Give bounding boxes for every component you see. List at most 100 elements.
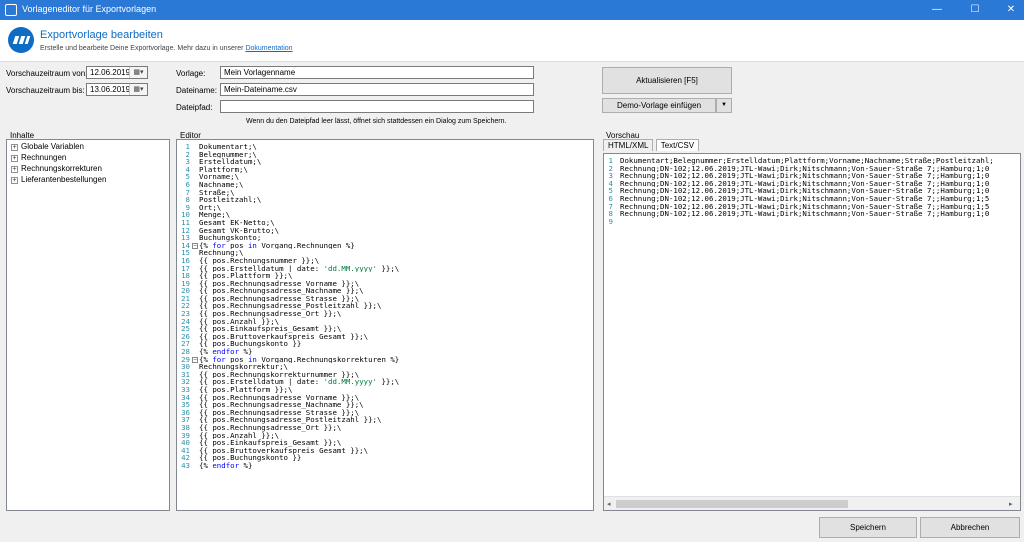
line-number: 3	[608, 172, 613, 180]
close-button[interactable]: ✕	[994, 0, 1024, 20]
line-number: 36	[181, 408, 190, 417]
code-text: {{ pos.Rechnungsadresse_Ort }};\	[199, 423, 342, 432]
code-line: 9 Ort;\	[177, 204, 593, 212]
tab-text-csv[interactable]: Text/CSV	[655, 139, 700, 151]
line-number: 7	[185, 188, 190, 197]
fold-toggle-icon[interactable]: −	[192, 356, 198, 363]
code-line: 8 Rechnung;DN-102;12.06.2019;JTL-Wawi;Dir…	[604, 210, 1020, 218]
code-text: Gesamt EK-Netto;\	[199, 218, 275, 227]
code-line: 12 Gesamt VK-Brutto;\	[177, 227, 593, 235]
filename-label: Dateiname:	[176, 86, 217, 95]
tree-item-global-variables[interactable]: + Globale Variablen	[11, 142, 84, 151]
line-number: 40	[181, 439, 190, 447]
line-number: 16	[181, 256, 190, 265]
demo-template-button[interactable]: Demo-Vorlage einfügen	[602, 98, 716, 113]
line-number: 9	[185, 203, 190, 212]
line-number: 30	[181, 363, 190, 371]
code-text: {%	[199, 348, 213, 356]
minimize-button[interactable]: —	[920, 0, 954, 20]
line-text: {{ pos.Rechnungsadresse_Ort }};\	[199, 424, 341, 432]
line-number: 2	[608, 164, 613, 173]
code-text: Belegnummer;\	[199, 150, 257, 159]
cancel-button[interactable]: Abbrechen	[920, 517, 1020, 538]
line-text: Rechnung;DN-102;12.06.2019;JTL-Wawi;Dirk…	[620, 203, 989, 211]
code-line: 29− {% for pos in Vorgang.Rechnungskorrek…	[177, 356, 593, 364]
line-text: Nachname;\	[199, 181, 244, 189]
tab-html-xml[interactable]: HTML/XML	[603, 139, 654, 151]
line-number: 4	[185, 165, 190, 174]
expand-icon[interactable]: +	[11, 166, 18, 173]
scroll-left-icon[interactable]: ◂	[607, 500, 611, 508]
scroll-right-icon[interactable]: ▸	[1009, 500, 1013, 508]
code-line: 13 Buchungskonto;	[177, 234, 593, 242]
code-line: 42 {{ pos.Buchungskonto }}	[177, 454, 593, 462]
preview-horizontal-scrollbar[interactable]: ◂ ▸	[604, 496, 1020, 510]
contents-tree[interactable]: + Globale Variablen + Rechnungen + Rechnung…	[6, 139, 170, 511]
code-text: Menge;\	[199, 211, 231, 219]
line-text: Belegnummer;\	[199, 151, 257, 159]
line-text: {{ pos.Bruttoverkaufspreis_Gesamt }};\	[199, 333, 368, 341]
line-text: Rechnung;DN-102;12.06.2019;JTL-Wawi;Dirk…	[620, 195, 989, 203]
code-text: {{ pos.Einkaufspreis_Gesamt }};\	[199, 439, 342, 447]
line-text: Buchungskonto;	[199, 234, 261, 242]
date-from-picker[interactable]: 12.06.2019 ▦▾	[86, 66, 148, 79]
code-text: {{ pos.Rechnungsnummer }};\	[199, 256, 320, 265]
refresh-button[interactable]: Aktualisieren [F5]	[602, 67, 732, 94]
code-line: 25 {{ pos.Einkaufspreis_Gesamt }};\	[177, 325, 593, 333]
calendar-icon[interactable]: ▦▾	[129, 67, 147, 78]
fold-toggle-icon[interactable]: −	[192, 242, 198, 249]
code-text: pos	[225, 355, 248, 364]
code-text: Vorname;\	[199, 173, 240, 181]
line-number: 1	[185, 143, 190, 151]
line-text: {{ pos.Plattform }};\	[199, 386, 292, 394]
line-text: {{ pos.Rechnungsadresse_Strasse }};\	[199, 409, 359, 417]
documentation-link[interactable]: Dokumentation	[245, 45, 292, 52]
tree-item-invoices[interactable]: + Rechnungen	[11, 153, 66, 162]
template-name-input[interactable]: Mein Vorlagenname	[220, 66, 534, 79]
scrollbar-thumb[interactable]	[616, 500, 848, 508]
line-number: 42	[181, 454, 190, 462]
expand-icon[interactable]: +	[11, 155, 18, 162]
code-text: {{ pos.Erstelldatum | date:	[199, 378, 324, 386]
expand-icon[interactable]: +	[11, 144, 18, 151]
line-text: Menge;\	[199, 211, 230, 219]
calendar-icon[interactable]: ▦▾	[129, 84, 147, 95]
code-line: 21 {{ pos.Rechnungsadresse_Strasse }};\	[177, 295, 593, 303]
code-text: {{ pos.Rechnungsadresse_Strasse }};\	[199, 408, 360, 417]
code-line: 8 Postleitzahl;\	[177, 196, 593, 204]
line-text: {{ pos.Einkaufspreis_Gesamt }};\	[199, 325, 341, 333]
demo-template-dropdown[interactable]: ▼	[716, 98, 732, 113]
filename-input[interactable]: Mein-Dateiname.csv	[220, 83, 534, 96]
code-line: 23 {{ pos.Rechnungsadresse_Ort }};\	[177, 310, 593, 318]
code-line: 26 {{ pos.Bruttoverkaufspreis_Gesamt }};\	[177, 333, 593, 341]
code-line: 43 {% endfor %}	[177, 462, 593, 470]
line-text: {{ pos.Anzahl }};\	[199, 432, 279, 440]
line-text: Rechnung;\	[199, 249, 244, 257]
line-text: {{ pos.Rechnungsnummer }};\	[199, 257, 319, 265]
code-text: {%	[199, 355, 213, 364]
code-text: Rechnung;DN-102;12.06.2019;JTL-Wawi;Dirk…	[620, 187, 990, 195]
preview-panel[interactable]: 1 Dokumentart;Belegnummer;Erstelldatum;Pl…	[603, 153, 1021, 511]
date-to-picker[interactable]: 13.06.2019 ▦▾	[86, 83, 148, 96]
code-text: pos	[225, 241, 248, 250]
code-line: 10 Menge;\	[177, 211, 593, 219]
code-line: 41 {{ pos.Bruttoverkaufspreis_Gesamt }};\	[177, 447, 593, 455]
save-button[interactable]: Speichern	[819, 517, 917, 538]
tree-item-invoice-corrections[interactable]: + Rechnungskorrekturen	[11, 164, 102, 173]
window-title: Vorlageneditor für Exportvorlagen	[22, 4, 157, 14]
line-number: 17	[181, 264, 190, 273]
expand-icon[interactable]: +	[11, 177, 18, 184]
line-number: 35	[181, 401, 190, 409]
code-line: 28 {% endfor %}	[177, 348, 593, 356]
template-editor[interactable]: 1 Dokumentart;\ 2 Belegnummer;\ 3 Erstelldatu…	[176, 139, 594, 511]
maximize-button[interactable]: ☐	[958, 0, 992, 20]
code-keyword: in	[247, 355, 257, 364]
preview-tabs: HTML/XML Text/CSV	[603, 139, 700, 151]
filepath-input[interactable]	[220, 100, 534, 113]
code-text: Ort;\	[199, 203, 222, 212]
line-number: 28	[181, 348, 190, 356]
editor-content[interactable]: 1 Dokumentart;\ 2 Belegnummer;\ 3 Erstelldatu…	[177, 143, 593, 470]
code-line: 24 {{ pos.Anzahl }};\	[177, 318, 593, 326]
line-text: Rechnung;DN-102;12.06.2019;JTL-Wawi;Dirk…	[620, 187, 989, 195]
tree-item-supplier-orders[interactable]: + Lieferantenbestellungen	[11, 175, 106, 184]
